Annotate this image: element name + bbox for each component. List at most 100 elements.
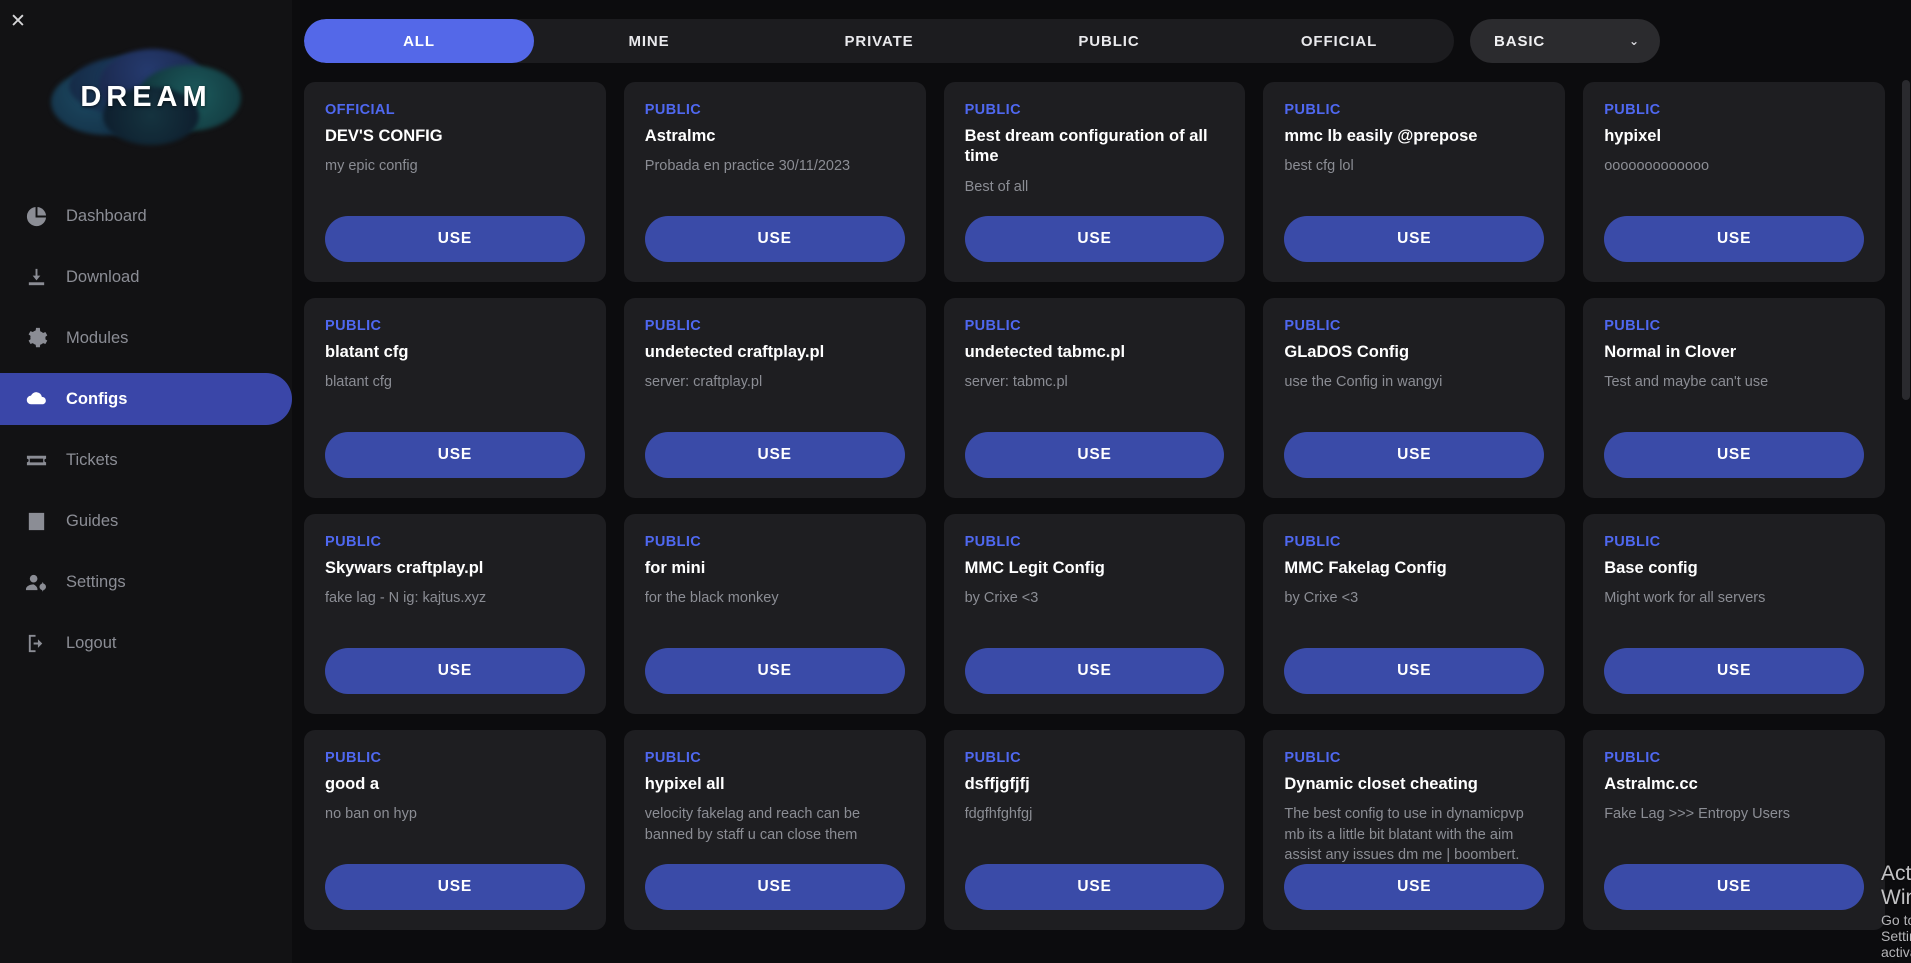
config-description: for the black monkey <box>645 588 905 648</box>
sidebar: ✕ DREAM Dashboard Download <box>0 0 292 963</box>
use-button[interactable]: USE <box>1604 216 1864 262</box>
config-card[interactable]: PUBLICBase configMight work for all serv… <box>1583 514 1885 714</box>
pie-chart-icon <box>24 204 49 229</box>
config-card[interactable]: PUBLICgood ano ban on hypUSE <box>304 730 606 930</box>
config-card[interactable]: PUBLICfor minifor the black monkeyUSE <box>624 514 926 714</box>
sidebar-item-guides[interactable]: Guides <box>0 495 292 547</box>
status-badge: PUBLIC <box>1604 102 1864 118</box>
use-button[interactable]: USE <box>1604 864 1864 910</box>
sidebar-item-configs[interactable]: Configs <box>0 373 292 425</box>
config-card[interactable]: PUBLICdsffjgfjfjfdgfhfghfgjUSE <box>944 730 1246 930</box>
sidebar-item-dashboard[interactable]: Dashboard <box>0 190 292 242</box>
tab-private[interactable]: PRIVATE <box>764 19 994 63</box>
config-card[interactable]: PUBLIChypixeloooooooooooooUSE <box>1583 82 1885 282</box>
use-button[interactable]: USE <box>965 432 1225 478</box>
config-card[interactable]: PUBLICNormal in CloverTest and maybe can… <box>1583 298 1885 498</box>
config-card[interactable]: PUBLICMMC Fakelag Configby Crixe <3USE <box>1263 514 1565 714</box>
config-title: good a <box>325 774 585 794</box>
use-button[interactable]: USE <box>1604 432 1864 478</box>
use-button[interactable]: USE <box>1284 864 1544 910</box>
use-button[interactable]: USE <box>1604 648 1864 694</box>
use-button[interactable]: USE <box>1284 648 1544 694</box>
tab-mine[interactable]: MINE <box>534 19 764 63</box>
config-card[interactable]: PUBLIC undetected tabmc.pl server: tabmc.p… <box>944 298 1246 498</box>
config-title: Astralmc.cc <box>1604 774 1864 794</box>
status-badge: PUBLIC <box>1284 534 1544 550</box>
sidebar-item-settings[interactable]: Settings <box>0 556 292 608</box>
config-title: MMC Legit Config <box>965 558 1225 578</box>
config-description: no ban on hyp <box>325 804 585 864</box>
use-button[interactable]: USE <box>325 648 585 694</box>
use-button[interactable]: USE <box>965 648 1225 694</box>
user-gear-icon <box>24 570 49 595</box>
tab-all[interactable]: ALL <box>304 19 534 63</box>
config-title: Normal in Clover <box>1604 342 1864 362</box>
config-card[interactable]: PUBLICBest dream configuration of all ti… <box>944 82 1246 282</box>
main-content: ALL MINE PRIVATE PUBLIC OFFICIAL BASIC ⌄… <box>292 0 1911 963</box>
config-card[interactable]: PUBLICMMC Legit Configby Crixe <3USE <box>944 514 1246 714</box>
use-button[interactable]: USE <box>645 648 905 694</box>
status-badge: PUBLIC <box>965 318 1225 334</box>
status-badge: PUBLIC <box>1604 750 1864 766</box>
sidebar-item-tickets[interactable]: Tickets <box>0 434 292 486</box>
book-icon <box>24 509 49 534</box>
config-description: ooooooooooooo <box>1604 156 1864 216</box>
status-badge: PUBLIC <box>325 534 585 550</box>
sidebar-item-label: Modules <box>66 329 128 348</box>
use-button[interactable]: USE <box>965 216 1225 262</box>
config-card[interactable]: PUBLICDynamic closet cheatingThe best co… <box>1263 730 1565 930</box>
config-card[interactable]: PUBLICGLaDOS Configuse the Config in wan… <box>1263 298 1565 498</box>
scrollbar[interactable] <box>1901 0 1911 963</box>
config-description: fdgfhfghfgj <box>965 804 1225 864</box>
config-description: server: tabmc.pl <box>965 372 1225 432</box>
use-button[interactable]: USE <box>325 432 585 478</box>
config-card-grid: OFFICIALDEV'S CONFIGmy epic configUSEPUB… <box>292 82 1911 963</box>
config-card[interactable]: PUBLICSkywars craftplay.plfake lag - N i… <box>304 514 606 714</box>
config-card[interactable]: PUBLICmmc lb easily @preposebest cfg lol… <box>1263 82 1565 282</box>
config-title: hypixel all <box>645 774 905 794</box>
use-button[interactable]: USE <box>965 864 1225 910</box>
use-button[interactable]: USE <box>1284 216 1544 262</box>
config-card[interactable]: PUBLIChypixel allvelocity fakelag and re… <box>624 730 926 930</box>
status-badge: PUBLIC <box>1284 102 1544 118</box>
sidebar-item-label: Tickets <box>66 451 118 470</box>
ticket-icon <box>24 448 49 473</box>
config-title: MMC Fakelag Config <box>1284 558 1544 578</box>
close-icon[interactable]: ✕ <box>5 8 31 34</box>
use-button[interactable]: USE <box>645 864 905 910</box>
config-title: undetected craftplay.pl <box>645 342 905 362</box>
config-title: for mini <box>645 558 905 578</box>
sidebar-item-download[interactable]: Download <box>0 251 292 303</box>
use-button[interactable]: USE <box>1284 432 1544 478</box>
config-card[interactable]: PUBLICAstralmcProbada en practice 30/11/… <box>624 82 926 282</box>
config-title: undetected tabmc.pl <box>965 342 1225 362</box>
tab-public[interactable]: PUBLIC <box>994 19 1224 63</box>
tab-official[interactable]: OFFICIAL <box>1224 19 1454 63</box>
status-badge: PUBLIC <box>645 318 905 334</box>
status-badge: PUBLIC <box>1284 318 1544 334</box>
sidebar-item-logout[interactable]: Logout <box>0 617 292 669</box>
config-card[interactable]: OFFICIALDEV'S CONFIGmy epic configUSE <box>304 82 606 282</box>
config-title: dsffjgfjfj <box>965 774 1225 794</box>
use-button[interactable]: USE <box>645 216 905 262</box>
use-button[interactable]: USE <box>325 216 585 262</box>
status-badge: PUBLIC <box>1284 750 1544 766</box>
scrollbar-thumb[interactable] <box>1902 80 1910 400</box>
use-button[interactable]: USE <box>645 432 905 478</box>
config-title: mmc lb easily @prepose <box>1284 126 1544 146</box>
config-description: blatant cfg <box>325 372 585 432</box>
sidebar-item-label: Guides <box>66 512 118 531</box>
use-button[interactable]: USE <box>325 864 585 910</box>
status-badge: OFFICIAL <box>325 102 585 118</box>
sidebar-item-modules[interactable]: Modules <box>0 312 292 364</box>
tier-dropdown[interactable]: BASIC ⌄ <box>1470 19 1660 63</box>
status-badge: PUBLIC <box>1604 318 1864 334</box>
cloud-icon <box>24 387 49 412</box>
sidebar-nav: Dashboard Download Modules Configs <box>0 190 292 669</box>
config-card[interactable]: PUBLICundetected craftplay.plserver: cra… <box>624 298 926 498</box>
status-badge: PUBLIC <box>645 102 905 118</box>
config-description: Might work for all servers <box>1604 588 1864 648</box>
config-card[interactable]: PUBLICblatant cfgblatant cfgUSE <box>304 298 606 498</box>
config-description: Best of all <box>965 177 1225 216</box>
config-card[interactable]: PUBLICAstralmc.ccFake Lag >>> Entropy Us… <box>1583 730 1885 930</box>
